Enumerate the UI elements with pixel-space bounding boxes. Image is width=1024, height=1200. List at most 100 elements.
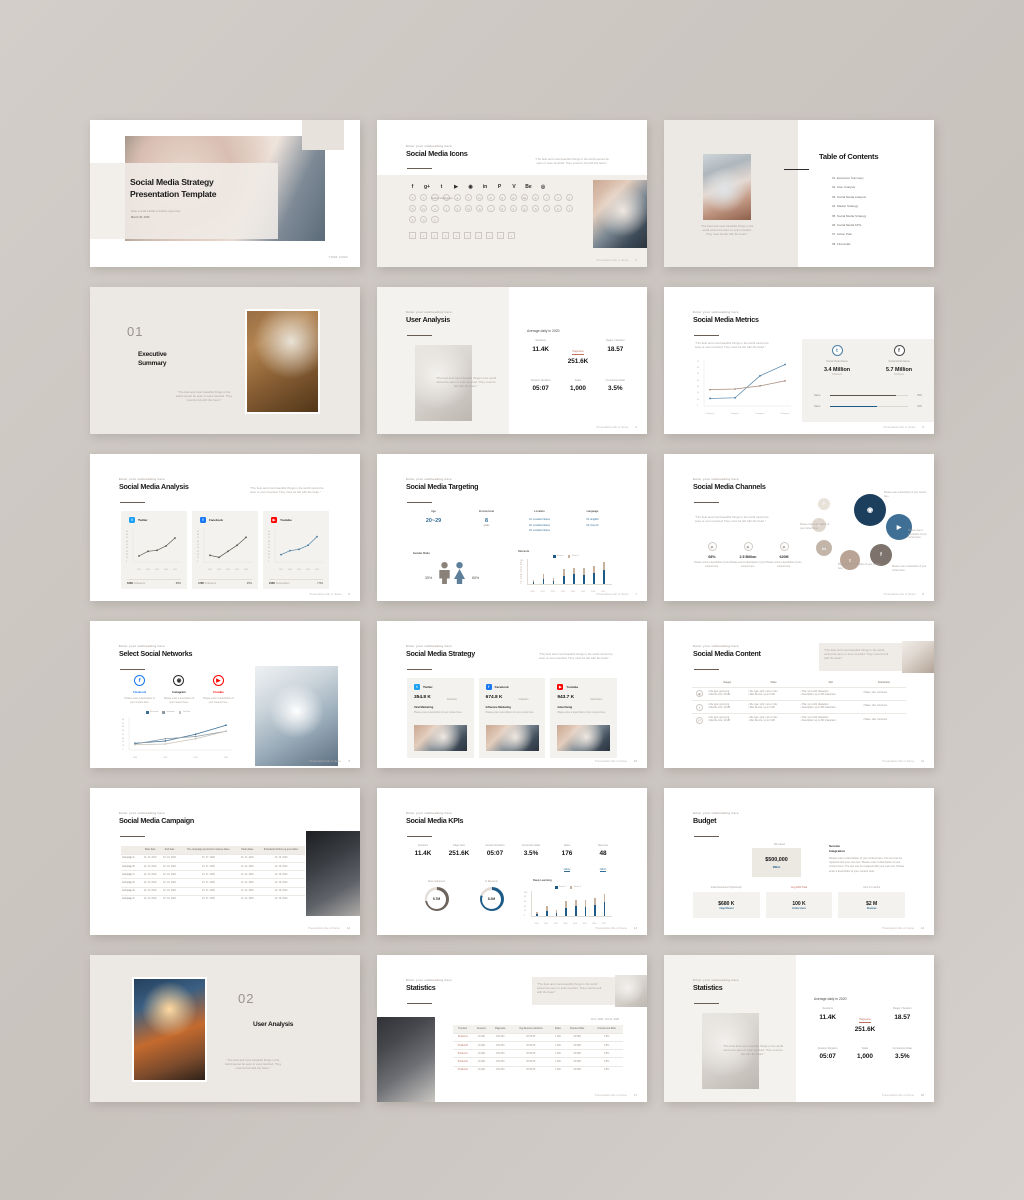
outline-icon-7[interactable]: m (487, 194, 495, 202)
title-rule (694, 502, 719, 504)
square-icon-4[interactable]: ▪ (453, 232, 460, 239)
toc-item-8[interactable]: 08. Financials (832, 242, 866, 246)
strategy-card-facebook[interactable]: f Facebook 674.8 K Followers Influence Marke… (478, 678, 546, 758)
outline-icon-0[interactable]: b (409, 205, 417, 213)
analysis-card-twitter[interactable]: t Twitter 0 10 20 30 40 50 60 70 80 90 2017 2018 2019 2… (121, 511, 187, 589)
outline-icon-6[interactable]: a (476, 205, 484, 213)
slide-thumbnail-cover[interactable]: Social Media Strategy Presentation Templ… (90, 120, 360, 267)
square-icon-7[interactable]: ▪ (486, 232, 493, 239)
square-icon-2[interactable]: ▪ (431, 232, 438, 239)
slide-thumbnail-social-media-kpis[interactable]: Enter your subheading here Social Media … (377, 788, 647, 935)
outline-icon-11[interactable]: h (532, 205, 540, 213)
analysis-card-facebook[interactable]: f Facebook 0 10 20 30 40 50 60 70 80 90 2017 2018 2019… (192, 511, 258, 589)
outline-icon-9[interactable]: w (509, 194, 517, 202)
outline-icon-9[interactable]: s (509, 205, 517, 213)
toc-item-2[interactable]: 02. User Analysis (832, 185, 866, 189)
brand-instagram-icon[interactable]: ◉ (467, 184, 474, 190)
bubble-pinterest-icon[interactable]: P (818, 498, 830, 510)
outline-icon-3[interactable]: j (442, 205, 450, 213)
slide-thumbnail-table-of-contents[interactable]: "The best and most beautiful things in t… (664, 120, 934, 267)
slide-thumbnail-social-media-content[interactable]: Enter your subheading here Social Media … (664, 621, 934, 768)
toc-item-5[interactable]: 05. Social Media Strategy (832, 214, 866, 218)
brand-pinterest-icon[interactable]: P (496, 184, 503, 190)
brand-google-plus-icon[interactable]: g+ (424, 184, 431, 190)
outline-icon-14[interactable]: l (565, 205, 573, 213)
outline-icon-1[interactable]: t (420, 194, 428, 202)
outline-icon-8[interactable]: q (498, 194, 506, 202)
outline-icon-13[interactable]: k (554, 205, 562, 213)
analysis-card-youtube[interactable]: ▶ Youtube 0 10 20 30 40 50 60 70 80 90 2017 2018 2019 2… (263, 511, 329, 589)
slide-thumbnail-statistics-table[interactable]: Enter your subheading here Statistics "T… (377, 955, 647, 1102)
bubble-instagram-icon[interactable]: ◉ (854, 494, 886, 526)
square-icon-5[interactable]: ▪ (464, 232, 471, 239)
outline-icon-2[interactable]: o (431, 205, 439, 213)
outline-icon-5[interactable]: r (464, 194, 473, 202)
slide-thumbnail-social-media-strategy[interactable]: Enter your subheading here Social Media … (377, 621, 647, 768)
network-facebook[interactable]: f Facebook Please enter a description of y… (120, 675, 159, 704)
cover-subtitle: Enter a small subtitle of authors name h… (131, 210, 181, 213)
outline-icon-2[interactable]: c (431, 216, 439, 224)
square-icon-8[interactable]: ▪ (497, 232, 504, 239)
toc-item-4[interactable]: 04. Market Strategy (832, 204, 866, 208)
bubble-linkedin-icon[interactable]: in (816, 540, 832, 556)
brand-behance-icon[interactable]: Be (525, 184, 532, 190)
outline-icon-12[interactable]: j (543, 205, 551, 213)
outline-icon-4[interactable]: v (453, 205, 461, 213)
strategy-card-twitter[interactable]: t Twitter 354.8 K Followers Viral Marketing P… (407, 678, 474, 758)
outline-icon-8[interactable]: d (498, 205, 506, 213)
outline-icon-5[interactable]: m (464, 205, 473, 213)
brand-twitter-icon[interactable]: t (438, 184, 445, 190)
slide-thumbnail-user-analysis[interactable]: Enter your subheading here User Analysis… (377, 287, 647, 434)
toc-item-6[interactable]: 06. Social Media KPIs (832, 223, 866, 227)
network-instagram[interactable]: ◉ Instagram Please enter a description of … (159, 675, 198, 704)
outline-icon-0[interactable]: z (409, 216, 417, 224)
outline-icon-10[interactable]: g (520, 205, 529, 213)
toc-item-3[interactable]: 03. Social Media Analysis (832, 195, 866, 199)
twitter-icon[interactable]: t (831, 345, 843, 356)
outline-icon-1[interactable]: x (420, 216, 428, 224)
outline-icon-10[interactable]: be (520, 194, 529, 202)
strategy-card-youtube[interactable]: ▶ Youtube 943.7 K Subscribers Advertising Ple… (550, 678, 618, 758)
slide-thumbnail-social-media-analysis[interactable]: Enter your subheading here Social Media … (90, 454, 360, 601)
outline-icon-4[interactable]: a (453, 194, 461, 202)
outline-icon-3[interactable]: instagram (440, 194, 453, 202)
outline-icon-0[interactable]: f (409, 194, 417, 202)
cell: 10. 07. 2020 (179, 886, 238, 896)
slide-thumbnail-social-media-channels[interactable]: Enter your subheading here Social Media … (664, 454, 934, 601)
network-youtube[interactable]: ▶ Youtube Please enter a description of yo… (199, 675, 238, 704)
brand-vimeo-icon[interactable]: V (511, 184, 518, 190)
slide-thumbnail-social-media-icons[interactable]: Enter your subheading here Social Media … (377, 120, 647, 267)
toc-item-7[interactable]: 07. Action Plan (832, 232, 866, 236)
square-icon-1[interactable]: ▪ (420, 232, 427, 239)
square-icon-9[interactable]: ▪ (508, 232, 515, 239)
facebook-icon[interactable]: f (134, 675, 146, 686)
outline-icon-7[interactable]: t (487, 205, 495, 213)
youtube-icon[interactable]: ▶ (212, 675, 224, 686)
slide-thumbnail-social-media-targeting[interactable]: Enter your subheading here Social Media … (377, 454, 647, 601)
outline-icon-2[interactable]: twitter (431, 194, 439, 202)
slide-thumbnail-social-media-metrics[interactable]: Enter your subheading here Social Media … (664, 287, 934, 434)
brand-linkedin-icon[interactable]: in (482, 184, 489, 190)
outline-icon-11[interactable]: e (532, 194, 540, 202)
slide-thumbnail-social-media-campaign[interactable]: Enter your subheading here Social Media … (90, 788, 360, 935)
brand-facebook-icon[interactable]: f (409, 184, 416, 190)
bubble-facebook-icon[interactable]: f (870, 544, 892, 566)
square-icon-3[interactable]: ▪ (442, 232, 449, 239)
slide-thumbnail-select-social-networks[interactable]: Enter your subheading here Select Social… (90, 621, 360, 768)
square-icon-0[interactable]: ▪ (409, 232, 416, 239)
slide-thumbnail-budget[interactable]: Enter your subheading here Budget We Nee… (664, 788, 934, 935)
brand-dribbble-icon[interactable]: ◎ (540, 184, 547, 190)
square-icon-6[interactable]: ▪ (475, 232, 482, 239)
outline-icon-14[interactable]: y (565, 194, 573, 202)
toc-item-1[interactable]: 01. Executive Summary (832, 176, 866, 180)
outline-icon-12[interactable]: r (543, 194, 551, 202)
outline-icon-6[interactable]: in (476, 194, 484, 202)
slide-thumbnail-section-user-analysis[interactable]: 02 User Analysis "The best and most beau… (90, 955, 360, 1102)
facebook-icon[interactable]: f (893, 345, 905, 356)
outline-icon-1[interactable]: m (420, 205, 428, 213)
slide-thumbnail-statistics-metrics[interactable]: Enter your subheading here Statistics "T… (664, 955, 934, 1102)
slide-thumbnail-section-executive-summary[interactable]: 01 Executive Summary "The best and most … (90, 287, 360, 434)
outline-icon-13[interactable]: t (554, 194, 562, 202)
brand-youtube-icon[interactable]: ▶ (453, 184, 460, 190)
instagram-icon[interactable]: ◉ (173, 675, 185, 686)
